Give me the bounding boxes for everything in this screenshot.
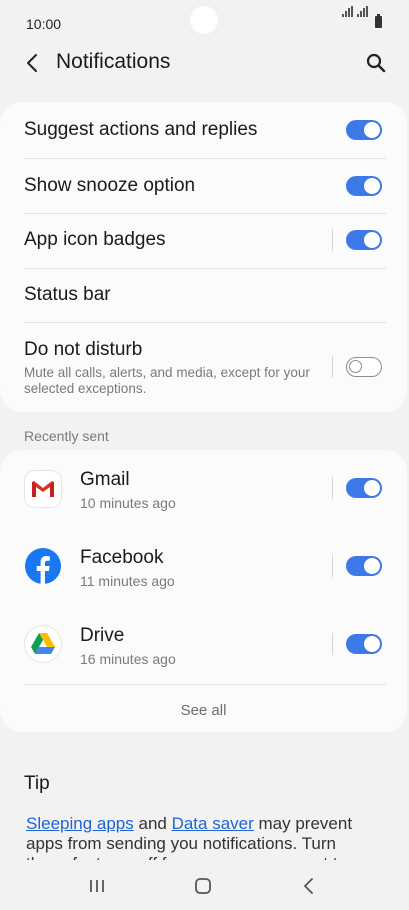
notification-settings-card: Suggest actions and replies Show snooze … — [0, 102, 407, 412]
separator — [332, 633, 333, 655]
back-nav-icon[interactable] — [297, 876, 321, 896]
drive-toggle[interactable] — [346, 634, 382, 654]
status-time: 10:00 — [26, 16, 62, 32]
app-name: Gmail — [80, 469, 130, 490]
separator — [332, 229, 333, 251]
status-bar: 10:00 — [0, 0, 409, 46]
see-all-button[interactable]: See all — [0, 702, 407, 719]
facebook-toggle[interactable] — [346, 556, 382, 576]
app-time: 10 minutes ago — [80, 495, 176, 511]
app-row-drive[interactable]: Drive 16 minutes ago — [0, 606, 407, 684]
app-time: 16 minutes ago — [80, 651, 176, 667]
back-arrow-icon[interactable] — [22, 52, 44, 74]
app-time: 11 minutes ago — [80, 573, 175, 589]
tip-text: Sleeping apps and Data saver may prevent… — [26, 814, 376, 860]
gmail-icon — [24, 470, 62, 508]
sleeping-apps-link[interactable]: Sleeping apps — [26, 814, 134, 833]
tip-title: Tip — [24, 773, 50, 794]
app-icon-badges-toggle[interactable] — [346, 230, 382, 250]
recently-sent-card: Gmail 10 minutes ago Facebook 11 minutes… — [0, 450, 407, 732]
status-bar-label: Status bar — [24, 284, 111, 305]
separator — [332, 555, 333, 577]
home-icon[interactable] — [191, 876, 215, 896]
app-icon-badges-row[interactable]: App icon badges — [0, 213, 407, 268]
facebook-icon — [25, 548, 61, 584]
gmail-toggle[interactable] — [346, 478, 382, 498]
app-row-facebook[interactable]: Facebook 11 minutes ago — [0, 528, 407, 606]
drive-icon — [24, 625, 62, 663]
app-header: Notifications — [0, 46, 409, 82]
suggest-actions-label: Suggest actions and replies — [24, 119, 258, 140]
do-not-disturb-label: Do not disturb — [24, 339, 143, 360]
app-name: Drive — [80, 625, 125, 646]
page-title: Notifications — [56, 50, 171, 73]
suggest-actions-toggle[interactable] — [346, 120, 382, 140]
separator — [332, 356, 333, 378]
do-not-disturb-toggle[interactable] — [346, 357, 382, 377]
app-name: Facebook — [80, 547, 164, 568]
divider — [24, 684, 386, 685]
battery-icon — [375, 14, 382, 28]
data-saver-link[interactable]: Data saver — [172, 814, 254, 833]
snooze-option-row[interactable]: Show snooze option — [0, 158, 407, 213]
recent-apps-icon[interactable] — [86, 876, 110, 896]
recently-sent-heading: Recently sent — [24, 428, 109, 444]
app-icon-badges-label: App icon badges — [24, 229, 166, 250]
do-not-disturb-description: Mute all calls, alerts, and media, excep… — [24, 365, 310, 396]
suggest-actions-row[interactable]: Suggest actions and replies — [0, 102, 407, 158]
snooze-option-toggle[interactable] — [346, 176, 382, 196]
search-icon[interactable] — [364, 51, 388, 75]
camera-cutout — [190, 6, 218, 34]
do-not-disturb-row[interactable]: Do not disturb Mute all calls, alerts, a… — [0, 322, 407, 412]
status-bar-row[interactable]: Status bar — [0, 268, 407, 322]
snooze-option-label: Show snooze option — [24, 175, 196, 196]
separator — [332, 477, 333, 499]
app-row-gmail[interactable]: Gmail 10 minutes ago — [0, 450, 407, 528]
navigation-bar — [0, 862, 409, 910]
tip-and: and — [133, 814, 172, 833]
